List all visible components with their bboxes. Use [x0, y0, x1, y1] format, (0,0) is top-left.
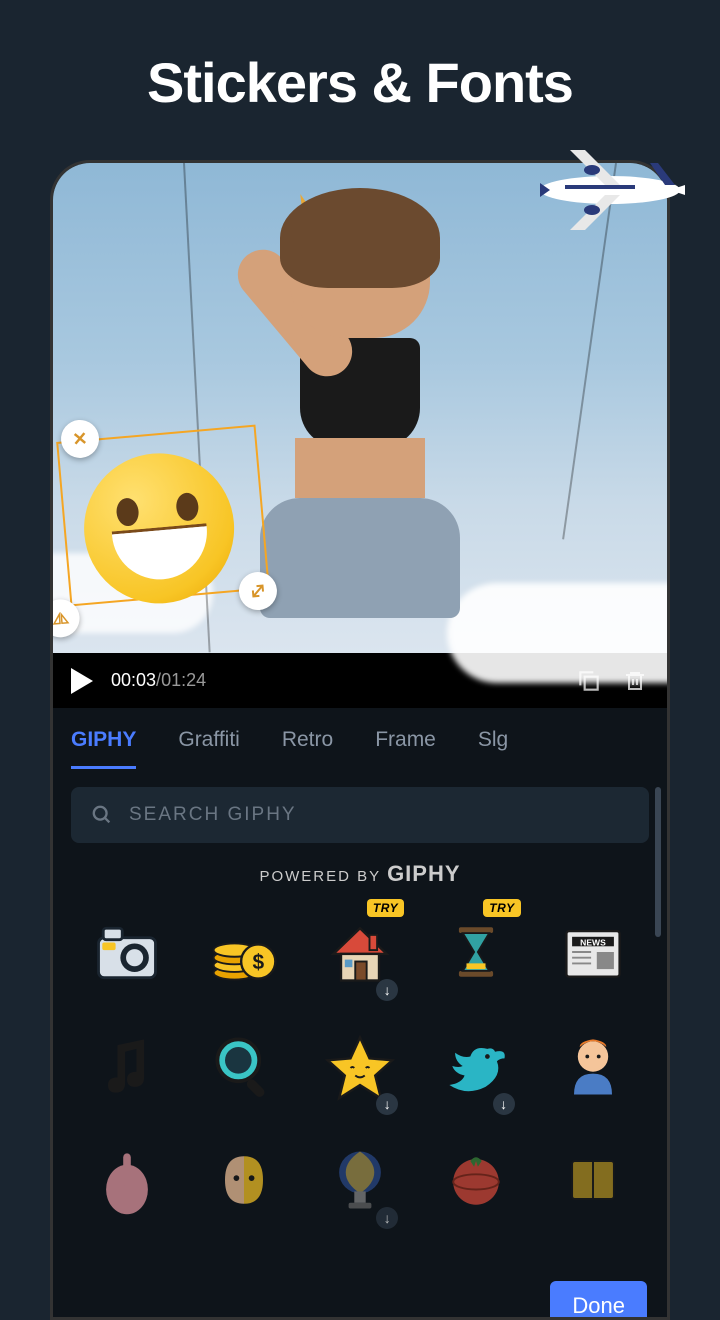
sticker-bird[interactable]: ↓ [424, 1019, 528, 1113]
download-icon: ↓ [376, 979, 398, 1001]
sticker-star[interactable]: ↓ [308, 1019, 412, 1113]
done-button[interactable]: Done [550, 1281, 647, 1320]
try-badge: TRY [367, 899, 404, 917]
sticker-book[interactable] [541, 1133, 645, 1227]
tab-frame[interactable]: Frame [375, 728, 436, 769]
sticker-tomato-globe[interactable] [424, 1133, 528, 1227]
airplane-sticker [530, 135, 690, 235]
sticker-music-note[interactable] [75, 1019, 179, 1113]
scrollbar[interactable] [655, 787, 661, 937]
download-icon: ↓ [493, 1093, 515, 1115]
sticker-coins[interactable]: $ [191, 905, 295, 999]
sticker-globe-lamp[interactable]: ↓ [308, 1133, 412, 1227]
sticker-house[interactable]: TRY ↓ [308, 905, 412, 999]
powered-by-label: POWERED BY GIPHY [71, 843, 649, 901]
phone-frame: ✕ 00:03/01:24 GIPHY Graffiti Retro Frame… [50, 160, 670, 1320]
svg-text:NEWS: NEWS [580, 937, 606, 947]
tab-slg[interactable]: Slg [478, 728, 508, 769]
play-button[interactable] [71, 668, 93, 694]
video-preview[interactable]: ✕ [53, 163, 667, 653]
search-icon [91, 804, 113, 826]
tab-graffiti[interactable]: Graffiti [178, 728, 239, 769]
tab-giphy[interactable]: GIPHY [71, 728, 136, 769]
sticker-camera[interactable] [75, 905, 179, 999]
sticker-grid: $ TRY ↓ TRY NEWS ↓ [71, 901, 649, 1227]
sticker-resize-handle[interactable] [237, 570, 278, 611]
sticker-tabs: GIPHY Graffiti Retro Frame Slg [53, 708, 667, 769]
search-input[interactable] [129, 804, 629, 826]
timecode: 00:03/01:24 [111, 670, 206, 691]
sticker-face-split[interactable] [191, 1133, 295, 1227]
svg-text:$: $ [252, 951, 264, 974]
download-icon: ↓ [376, 1093, 398, 1115]
tab-retro[interactable]: Retro [282, 728, 333, 769]
sticker-newspaper[interactable]: NEWS [541, 905, 645, 999]
selected-sticker-overlay[interactable]: ✕ [50, 398, 297, 634]
sticker-hourglass[interactable]: TRY [424, 905, 528, 999]
sticker-magnifier[interactable] [191, 1019, 295, 1113]
try-badge: TRY [483, 899, 520, 917]
download-icon: ↓ [376, 1207, 398, 1229]
sticker-shush-hand[interactable] [75, 1133, 179, 1227]
search-bar[interactable] [71, 787, 649, 843]
sticker-panel: POWERED BY GIPHY $ TRY ↓ TRY NEWS [53, 769, 667, 1320]
hero-title: Stickers & Fonts [0, 0, 720, 145]
sticker-person-avatar[interactable] [541, 1019, 645, 1113]
